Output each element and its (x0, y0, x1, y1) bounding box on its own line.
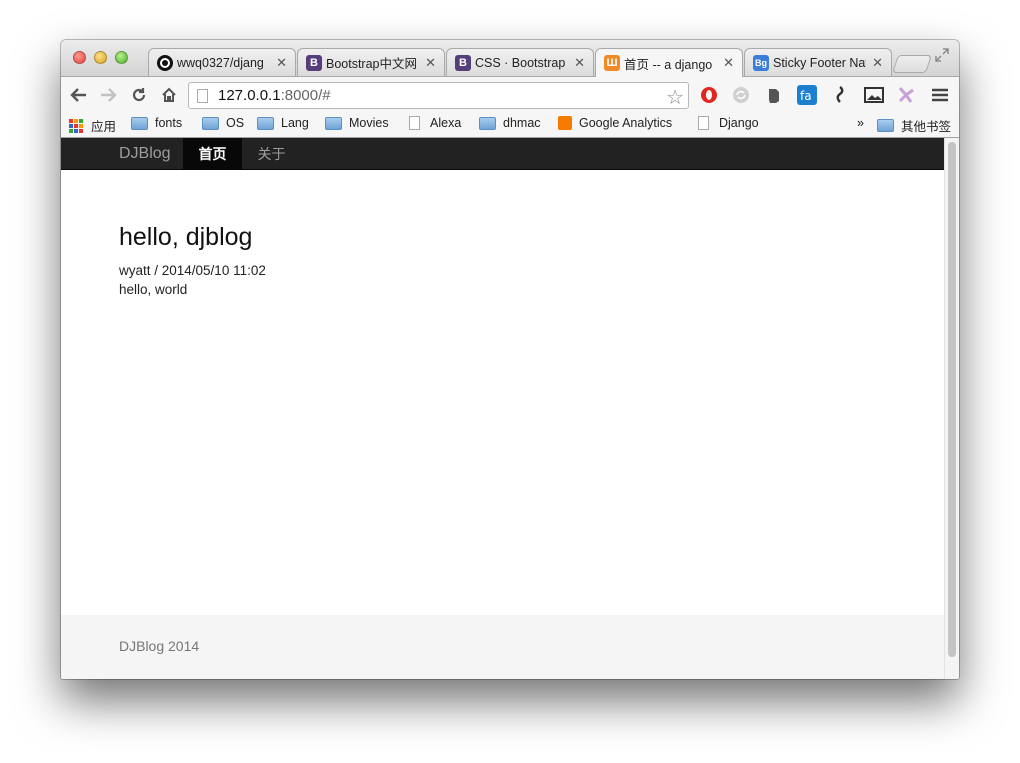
post-title[interactable]: hello, djblog (119, 223, 252, 252)
bookmark-django[interactable]: Django (698, 116, 759, 130)
site-navbar: DJBlog 首页 关于 (61, 138, 944, 170)
apps-icon (69, 118, 83, 133)
bookmark-label: OS (226, 116, 245, 130)
tool-extension-icon[interactable] (830, 85, 850, 105)
url-path: :8000/# (280, 87, 331, 104)
reload-button[interactable] (127, 83, 151, 107)
bookmark-label: Movies (349, 116, 389, 130)
tab-github[interactable]: wwq0327/djang ✕ (148, 48, 296, 76)
bootstrap-icon: B (306, 54, 322, 71)
bg-icon: Bg (753, 54, 769, 71)
bookmark-apps[interactable]: 应用 (69, 116, 116, 135)
bookmark-alexa[interactable]: Alexa (409, 116, 461, 130)
back-button[interactable] (67, 83, 91, 107)
nav-about-link[interactable]: 关于 (242, 138, 301, 169)
post-body: hello, world (119, 282, 188, 297)
tab-css-bootstrap[interactable]: B CSS · Bootstrap ✕ (446, 48, 594, 76)
bookmark-folder-os[interactable]: OS (202, 116, 244, 130)
browser-window: wwq0327/djang ✕ B Bootstrap中文网 ✕ B CSS ·… (61, 40, 959, 679)
evernote-extension-icon[interactable] (764, 85, 784, 105)
home-icon (162, 87, 176, 102)
page-viewport: DJBlog 首页 关于 hello, djblog wyatt / 2014/… (61, 138, 959, 679)
arrow-right-icon (101, 88, 117, 102)
window-controls (73, 51, 128, 64)
folder-icon (257, 116, 274, 130)
bookmarks-overflow-button[interactable]: » (857, 116, 864, 130)
site-favicon-icon: Ш (604, 55, 620, 71)
arrow-left-icon (70, 88, 86, 102)
tab-title: CSS · Bootstrap (475, 55, 566, 70)
page-icon (698, 116, 709, 130)
tab-title: Sticky Footer Nav (773, 55, 867, 70)
url-text[interactable]: 127.0.0.1:8000/# (218, 87, 331, 104)
bookmark-folder-fonts[interactable]: fonts (131, 116, 182, 130)
reload-icon (132, 88, 146, 102)
bookmark-star-icon[interactable]: ☆ (666, 85, 684, 110)
fullscreen-icon[interactable] (935, 48, 951, 64)
bookmark-google-analytics[interactable]: Google Analytics (558, 116, 672, 130)
forward-button[interactable] (96, 83, 120, 107)
zoom-window-button[interactable] (115, 51, 128, 64)
nav-home-link[interactable]: 首页 (183, 138, 242, 169)
address-bar[interactable]: 127.0.0.1:8000/# ☆ (188, 82, 689, 109)
close-tab-icon[interactable]: ✕ (723, 55, 734, 71)
bookmark-folder-dhmac[interactable]: dhmac (479, 116, 541, 130)
pinwheel-extension-icon[interactable] (896, 85, 916, 105)
tab-title: Bootstrap中文网 (326, 57, 418, 71)
bookmark-label: Django (719, 116, 759, 130)
tab-title: wwq0327/djang (177, 55, 264, 70)
scrollbar-thumb[interactable] (948, 142, 956, 657)
folder-icon (202, 116, 219, 130)
tab-djblog-home[interactable]: Ш 首页 -- a django ✕ (595, 48, 743, 77)
folder-icon (877, 119, 894, 132)
opera-extension-icon[interactable] (699, 85, 719, 105)
bookmark-label: 应用 (91, 120, 117, 134)
tab-sticky-footer[interactable]: Bg Sticky Footer Nav ✕ (744, 48, 892, 76)
folder-icon (131, 116, 148, 130)
bookmarks-bar: 应用 fonts OS Lang Movies Alexa dhmac Goog… (61, 112, 959, 138)
bookmark-folder-other[interactable]: 其他书签 (877, 116, 951, 135)
close-tab-icon[interactable]: ✕ (872, 55, 883, 71)
sync-extension-icon[interactable] (731, 85, 751, 105)
bookmark-label: dhmac (503, 116, 541, 130)
bookmark-folder-movies[interactable]: Movies (325, 116, 389, 130)
analytics-icon (558, 116, 572, 130)
menu-icon[interactable] (930, 85, 950, 105)
bootstrap-icon: B (455, 54, 471, 71)
bookmark-folder-lang[interactable]: Lang (257, 116, 309, 130)
home-button[interactable] (157, 83, 181, 107)
tab-bootstrap-cn[interactable]: B Bootstrap中文网 ✕ (297, 48, 445, 76)
page-icon (197, 88, 208, 103)
site-footer: DJBlog 2014 (61, 615, 944, 679)
new-tab-button[interactable] (892, 55, 932, 73)
site-brand-link[interactable]: DJBlog (119, 145, 171, 163)
bookmark-label: Alexa (430, 116, 462, 130)
bookmark-label: fonts (155, 116, 183, 130)
close-tab-icon[interactable]: ✕ (425, 55, 436, 71)
minimize-window-button[interactable] (94, 51, 107, 64)
bookmark-label: Lang (281, 116, 309, 130)
bookmark-label: 其他书签 (901, 120, 952, 134)
folder-icon (479, 116, 496, 130)
post-meta: wyatt / 2014/05/10 11:02 (119, 263, 266, 278)
fontawesome-extension-icon[interactable]: fa (797, 85, 817, 105)
tab-title: 首页 -- a django (624, 57, 713, 72)
tab-strip: wwq0327/djang ✕ B Bootstrap中文网 ✕ B CSS ·… (61, 40, 959, 77)
page-icon (409, 116, 420, 130)
github-icon (157, 54, 173, 71)
vertical-scrollbar[interactable] (944, 138, 959, 679)
footer-text: DJBlog 2014 (119, 638, 200, 654)
close-window-button[interactable] (73, 51, 86, 64)
folder-icon (325, 116, 342, 130)
browser-toolbar: 127.0.0.1:8000/# ☆ fa (61, 76, 959, 112)
svg-text:fa: fa (800, 89, 812, 103)
url-host: 127.0.0.1 (218, 87, 281, 104)
image-extension-icon[interactable] (864, 85, 884, 105)
bookmark-label: Google Analytics (579, 116, 673, 130)
close-tab-icon[interactable]: ✕ (276, 55, 287, 71)
close-tab-icon[interactable]: ✕ (574, 55, 585, 71)
